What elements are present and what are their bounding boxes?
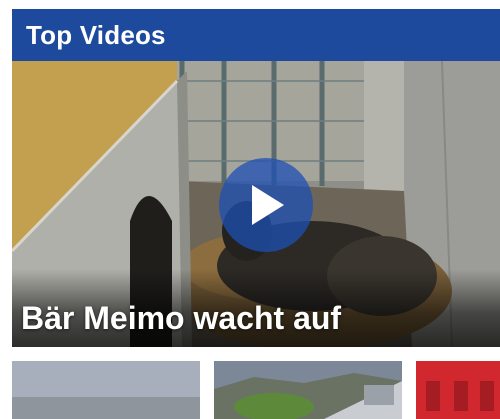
video-thumbnail-3[interactable] [416, 361, 500, 419]
top-videos-widget: Top Videos Bär Meimo wacht auf [12, 9, 500, 347]
video-thumbnail-2[interactable] [214, 361, 402, 419]
video-thumbnail-1[interactable] [12, 361, 200, 419]
video-thumbnail-strip [12, 361, 500, 419]
widget-title: Top Videos [26, 19, 166, 50]
thumbnail-image [214, 361, 402, 419]
featured-video-title[interactable]: Bär Meimo wacht auf [21, 300, 341, 337]
thumbnail-image [12, 361, 200, 419]
thumbnail-image [416, 361, 500, 419]
play-icon [252, 185, 284, 225]
featured-video[interactable]: Bär Meimo wacht auf [12, 61, 500, 347]
widget-header: Top Videos [12, 9, 500, 61]
play-button[interactable] [219, 158, 313, 252]
